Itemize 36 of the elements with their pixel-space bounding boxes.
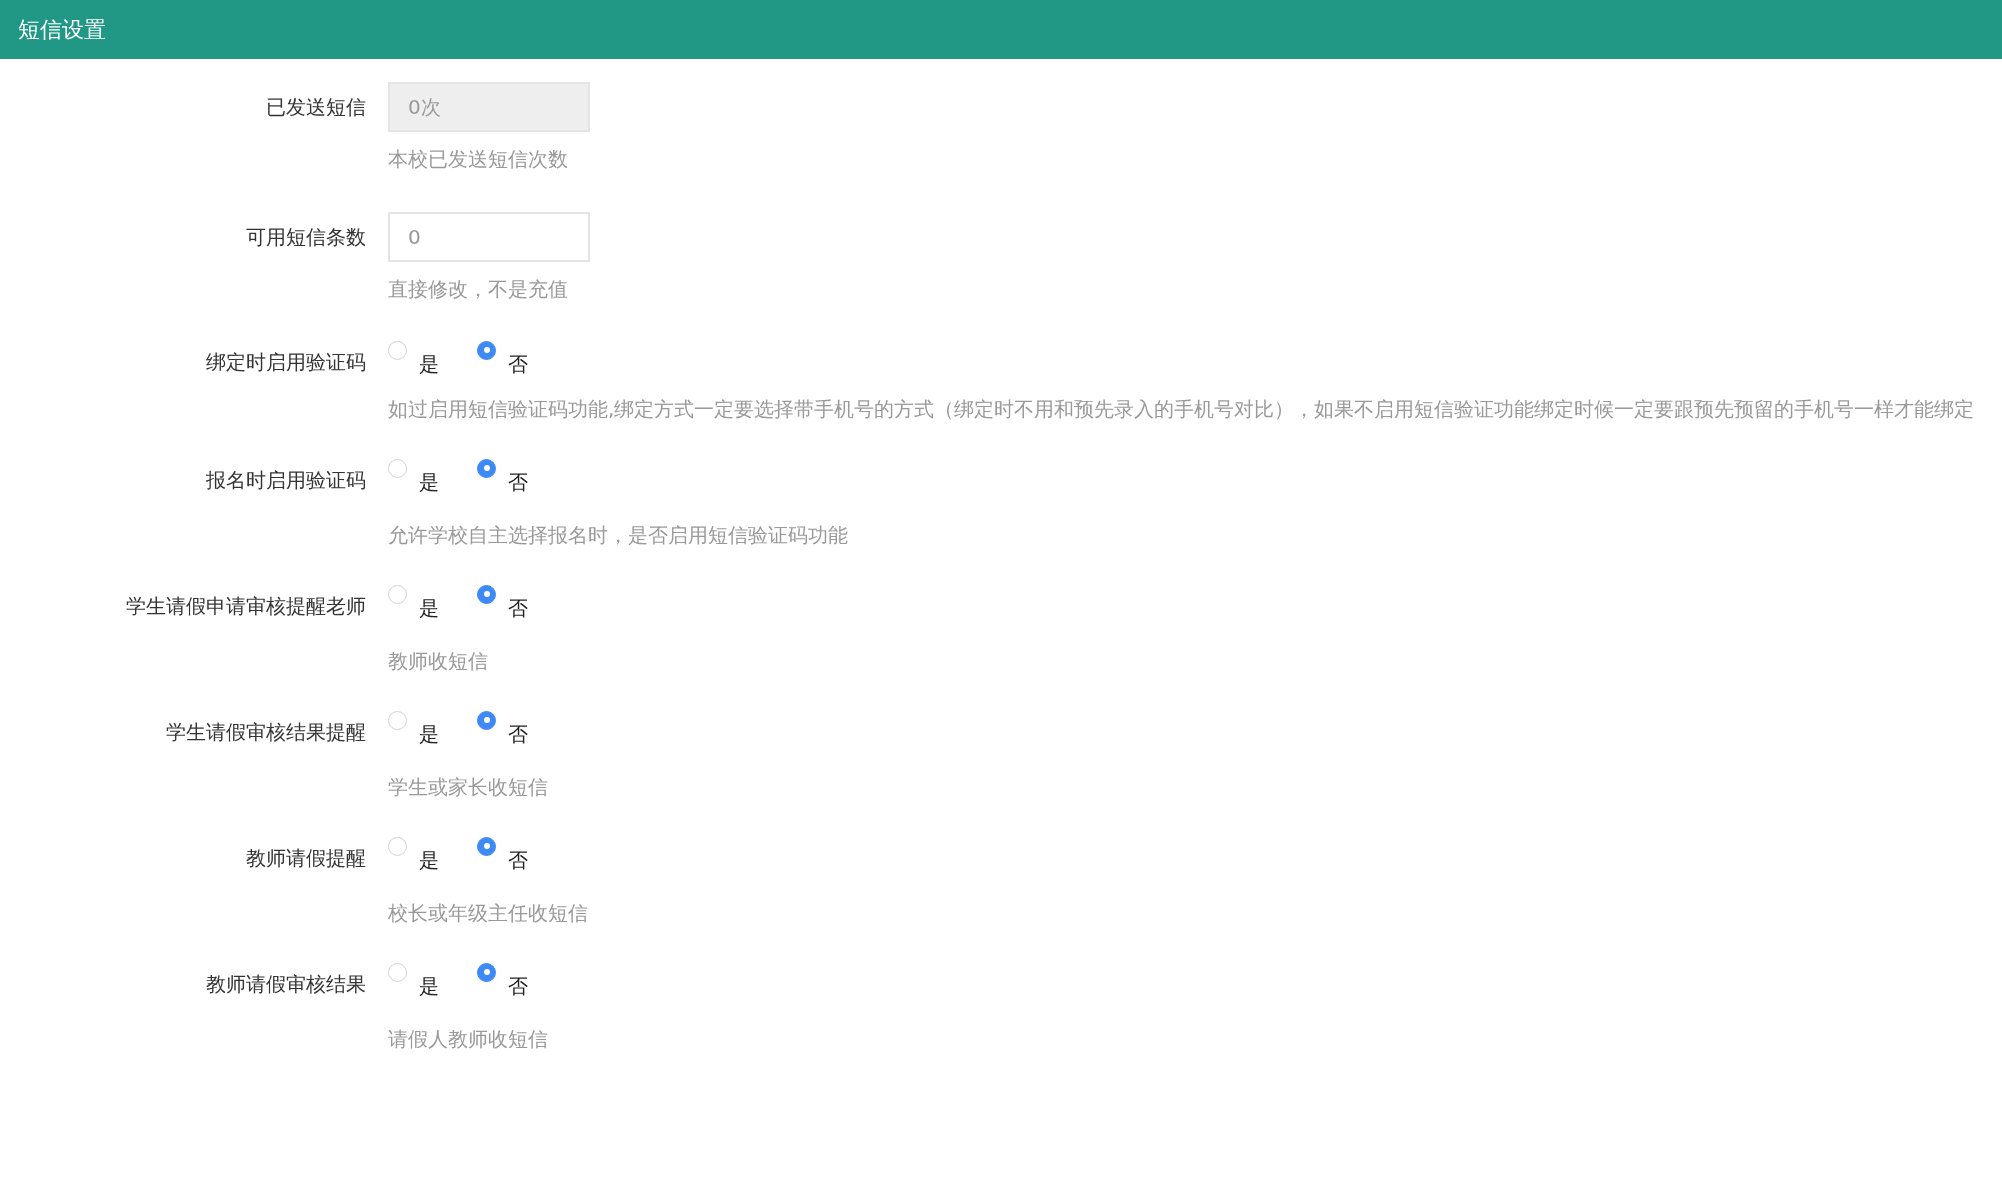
field-label: 绑定时启用验证码 <box>205 349 366 376</box>
help-text: 学生或家长收短信 <box>388 774 549 801</box>
field-label: 可用短信条数 <box>245 224 366 251</box>
field-label: 学生请假申请审核提醒老师 <box>125 593 366 620</box>
field-label: 学生请假审核结果提醒 <box>165 719 366 746</box>
help-text: 请假人教师收短信 <box>388 1026 549 1053</box>
radio-option-label[interactable]: 是 <box>419 350 439 378</box>
radio-option-label[interactable]: 否 <box>508 594 528 622</box>
page-title: 短信设置 <box>18 15 106 44</box>
radio-option-label[interactable]: 否 <box>508 468 528 496</box>
radio-button[interactable] <box>477 836 496 856</box>
help-text: 直接修改，不是充值 <box>388 276 569 303</box>
help-text: 允许学校自主选择报名时，是否启用短信验证码功能 <box>388 522 849 549</box>
field-label: 教师请假提醒 <box>245 845 366 872</box>
radio-option-label[interactable]: 否 <box>508 972 528 1000</box>
radio-button[interactable] <box>477 584 496 604</box>
help-text: 如过启用短信验证码功能,绑定方式一定要选择带手机号的方式（绑定时不用和预先录入的手机号对比），如果不启用短信验证功能绑定时候一定要跟预先预留的手机号一样才能绑定 <box>388 396 1976 423</box>
radio-option-label[interactable]: 否 <box>508 846 528 874</box>
radio-option-label[interactable]: 是 <box>419 846 439 874</box>
radio-button[interactable] <box>477 962 496 982</box>
field-label: 报名时启用验证码 <box>205 467 366 494</box>
radio-button[interactable] <box>477 458 496 478</box>
help-text: 校长或年级主任收短信 <box>388 900 589 927</box>
radio-option-label[interactable]: 是 <box>419 468 439 496</box>
text-input-field[interactable]: 0 <box>388 212 590 262</box>
radio-option-label[interactable]: 否 <box>508 720 528 748</box>
field-label: 已发送短信 <box>265 94 366 121</box>
radio-button[interactable] <box>477 340 496 360</box>
radio-option-label[interactable]: 是 <box>419 720 439 748</box>
help-text: 教师收短信 <box>388 648 489 675</box>
radio-option-label[interactable]: 否 <box>508 350 528 378</box>
field-label: 教师请假审核结果 <box>205 971 366 998</box>
help-text: 本校已发送短信次数 <box>388 146 569 173</box>
radio-option-label[interactable]: 是 <box>419 972 439 1000</box>
radio-button[interactable] <box>477 710 496 730</box>
radio-option-label[interactable]: 是 <box>419 594 439 622</box>
